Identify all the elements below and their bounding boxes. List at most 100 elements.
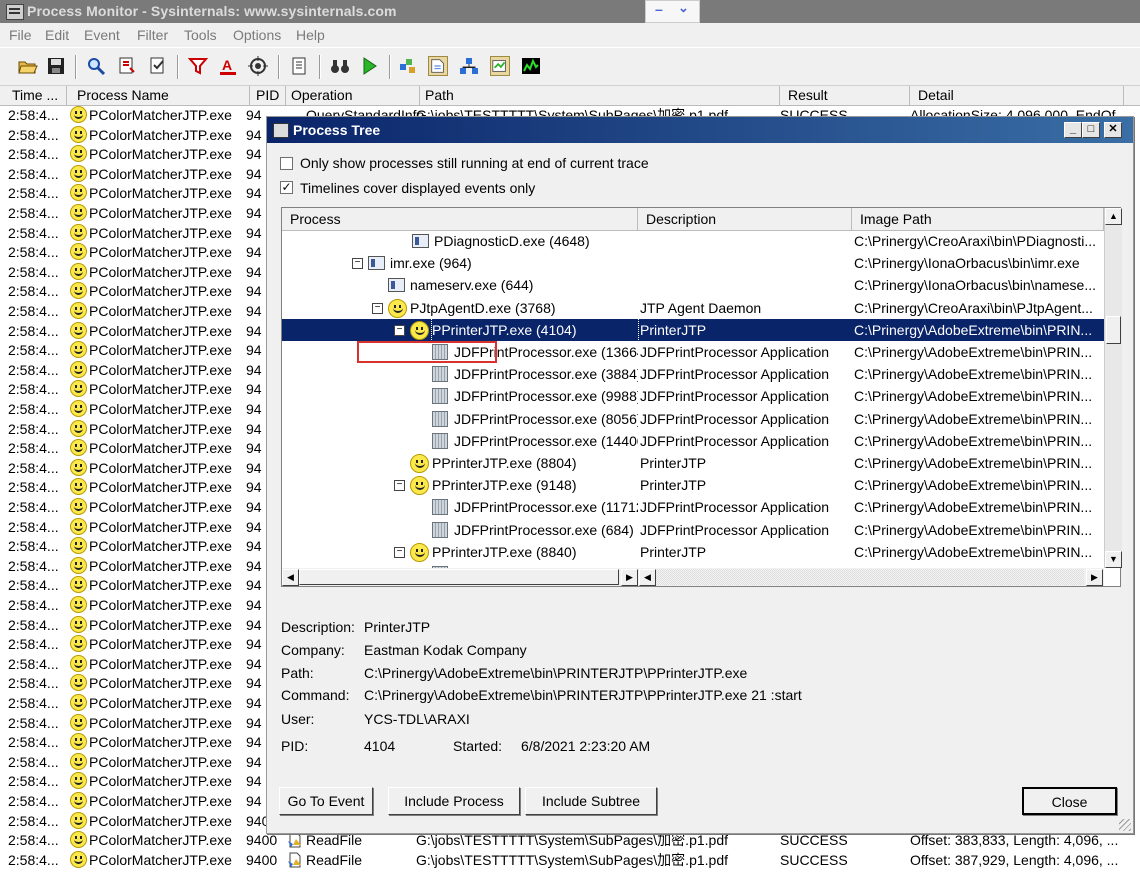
process-smiley-icon: [70, 262, 87, 280]
column-time[interactable]: Time ...: [0, 86, 67, 105]
magnifier-icon[interactable]: [86, 56, 106, 76]
close-button[interactable]: Close: [1022, 787, 1117, 815]
menu-event[interactable]: Event: [84, 27, 120, 43]
cell-time: 2:58:4...: [8, 616, 59, 633]
scroll-left-arrow-icon-2[interactable]: ◀: [639, 569, 656, 586]
minimize-button[interactable]: _: [1064, 122, 1082, 138]
column-pid[interactable]: PID: [250, 86, 286, 105]
highlight-icon[interactable]: A: [218, 56, 238, 76]
hscroll-track[interactable]: [656, 569, 1084, 585]
tree-row[interactable]: PPrinterJTP.exe (8804) PrinterJTP C:\Prine…: [282, 452, 1104, 474]
collapse-toggle-icon[interactable]: −: [352, 258, 363, 270]
tree-row[interactable]: − PPrinterJTP.exe (4104) PrinterJTP C:\Prin…: [282, 317, 1104, 342]
timelines-label: Timelines cover displayed events only: [300, 180, 536, 196]
properties-icon[interactable]: [289, 56, 309, 76]
jdf-process-icon: [432, 521, 448, 538]
scroll-left-arrow-icon[interactable]: ◀: [282, 569, 299, 586]
menu-filter[interactable]: Filter: [137, 27, 168, 43]
scroll-right-arrow-icon-2[interactable]: ▶: [1086, 569, 1103, 586]
scroll-right-arrow-icon[interactable]: ▶: [621, 569, 638, 586]
process-smiley-icon: [70, 850, 87, 868]
cell-pid: 94: [246, 107, 262, 123]
jump-to-icon[interactable]: [360, 56, 380, 76]
resize-grip-icon[interactable]: [1119, 819, 1131, 831]
column-operation[interactable]: Operation: [286, 86, 420, 105]
tree-row[interactable]: − imr.exe (964) C:\Prinergy\IonaOrbacus\bi…: [282, 252, 1104, 274]
go-to-event-button[interactable]: Go To Event: [279, 787, 373, 815]
maximize-button[interactable]: □: [1082, 122, 1100, 138]
process-smiley-icon: [70, 674, 87, 692]
cell-pid: 94: [246, 714, 262, 731]
target-icon[interactable]: [248, 56, 268, 76]
save-icon[interactable]: [46, 56, 66, 76]
menu-file[interactable]: File: [9, 27, 32, 43]
tree-vertical-scrollbar[interactable]: ▲ ▼: [1104, 208, 1122, 568]
table-row[interactable]: 2:58:4... PColorMatcherJTP.exe ReadFile G:\…: [0, 850, 1140, 870]
tree-row[interactable]: JDFPrintProcessor.exe (14400) JDFPrintPro…: [282, 430, 1104, 452]
menu-help[interactable]: Help: [296, 27, 325, 43]
tree-row[interactable]: − PPrinterJTP.exe (8840) PrinterJTP C:\Prin…: [282, 541, 1104, 563]
tree-column-process[interactable]: Process: [282, 208, 638, 230]
scroll-up-arrow-icon[interactable]: ▲: [1105, 208, 1122, 225]
tree-row[interactable]: JDFPrintProcessor.exe (684) JDFPrintProce…: [282, 519, 1104, 541]
column-result[interactable]: Result: [780, 86, 910, 105]
tree-horizontal-scrollbar[interactable]: ◀ ▶ ◀ ▶: [282, 568, 1104, 586]
cell-process-name: PColorMatcherJTP.exe: [89, 146, 232, 163]
dialog-title-bar[interactable]: Process Tree _ □ ✕: [267, 117, 1133, 143]
column-detail[interactable]: Detail: [910, 86, 1124, 105]
column-path[interactable]: Path: [420, 86, 780, 105]
tree-column-image-path[interactable]: Image Path: [852, 208, 1104, 230]
overlay-window-controls[interactable]: – ⌄: [645, 0, 700, 23]
column-process-name[interactable]: Process Name: [67, 86, 250, 105]
include-process-button[interactable]: Include Process: [388, 787, 520, 815]
collapse-toggle-icon[interactable]: −: [394, 546, 405, 558]
cell-pid: 94: [246, 479, 262, 496]
process-tree-view[interactable]: Process Description Image Path PDiagnost…: [281, 207, 1122, 587]
find-binoculars-icon[interactable]: [330, 56, 350, 76]
tree-row[interactable]: JDFPrintProcessor.exe (9988) JDFPrintProc…: [282, 385, 1104, 407]
scroll-thumb[interactable]: [1106, 316, 1121, 344]
process-smiley-icon: [70, 772, 87, 790]
tree-row[interactable]: JDFPrintProcessor.exe (11712) JDFPrintPro…: [282, 496, 1104, 518]
open-folder-icon[interactable]: [18, 56, 38, 76]
tree-row[interactable]: − PPrinterJTP.exe (9148) PrinterJTP C:\Prin…: [282, 474, 1104, 496]
profiling-icon[interactable]: [521, 56, 541, 76]
registry-activity-icon[interactable]: [398, 56, 418, 76]
menu-tools[interactable]: Tools: [184, 27, 217, 43]
network-activity-icon[interactable]: [459, 56, 479, 76]
cell-process-name: PColorMatcherJTP.exe: [89, 283, 232, 300]
filter-icon[interactable]: [188, 56, 208, 76]
scroll-down-arrow-icon[interactable]: ▼: [1105, 551, 1122, 568]
chevron-down-icon[interactable]: ⌄: [678, 0, 689, 16]
filesystem-activity-icon[interactable]: [428, 56, 448, 76]
toolbar: A: [0, 48, 1140, 86]
cell-pid: 94: [246, 734, 262, 751]
tree-row[interactable]: nameserv.exe (644) C:\Prinergy\IonaOrbacu…: [282, 274, 1104, 296]
collapse-toggle-icon[interactable]: −: [372, 302, 383, 314]
timelines-checkbox[interactable]: ✓: [280, 181, 293, 194]
menu-options[interactable]: Options: [233, 27, 281, 43]
cell-pid: 94: [246, 655, 262, 672]
cell-process-name: PColorMatcherJTP.exe: [89, 401, 232, 417]
tree-column-description[interactable]: Description: [638, 208, 852, 230]
close-window-button[interactable]: ✕: [1104, 122, 1122, 138]
minimize-icon[interactable]: –: [655, 1, 663, 17]
hscroll-thumb-left[interactable]: [299, 569, 619, 585]
cell-time: 2:58:4...: [8, 244, 59, 261]
process-smiley-icon: [70, 517, 87, 535]
tree-row[interactable]: − PJtpAgentD.exe (3768) JTP Agent Daemon C:…: [282, 297, 1104, 319]
tree-row[interactable]: PDiagnosticD.exe (4648) C:\Prinergy\CreoA…: [282, 230, 1104, 252]
cell-path: G:\jobs\TESTTTTT\System\SubPages\加密.p1.p…: [416, 851, 728, 868]
clear-display-icon[interactable]: [148, 56, 168, 76]
only-running-checkbox[interactable]: [280, 157, 293, 170]
autoscroll-icon[interactable]: [117, 56, 137, 76]
collapse-toggle-icon[interactable]: −: [394, 324, 405, 336]
process-activity-icon[interactable]: [490, 56, 510, 76]
collapse-toggle-icon[interactable]: −: [394, 480, 405, 492]
main-title-bar[interactable]: Process Monitor - Sysinternals: www.sysi…: [0, 0, 1140, 23]
menu-edit[interactable]: Edit: [45, 27, 69, 43]
tree-row[interactable]: JDFPrintProcessor.exe (8056) JDFPrintProc…: [282, 408, 1104, 430]
include-subtree-button[interactable]: Include Subtree: [525, 787, 657, 815]
process-smiley-icon: [70, 831, 87, 849]
tree-row[interactable]: JDFPrintProcessor.exe (3884) JDFPrintProc…: [282, 363, 1104, 385]
